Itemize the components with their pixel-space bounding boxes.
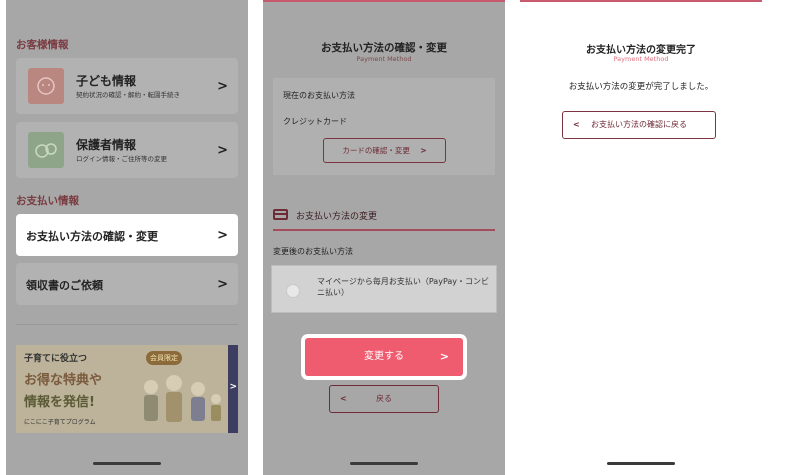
- chevron-right-icon: >: [217, 143, 228, 158]
- submit-change-button[interactable]: 変更する >: [305, 338, 463, 376]
- receipt-request-label: 領収書のご依頼: [26, 279, 103, 292]
- child-info-title: 子ども情報: [76, 74, 137, 88]
- chevron-left-icon: <: [340, 394, 347, 403]
- chevron-right-icon: >: [420, 146, 427, 155]
- chevron-right-icon: >: [217, 228, 228, 243]
- banner-line-1: 子育てに役立つ: [24, 354, 88, 364]
- card-check-change-button[interactable]: カードの確認・変更 >: [323, 138, 446, 163]
- guardian-info-title: 保護者情報: [76, 138, 137, 152]
- promo-banner[interactable]: 子育てに役立つ お得な特典や 情報を発信! にこにこ子育てプログラム 会員限定 …: [16, 345, 238, 433]
- header-accent-line: [520, 0, 762, 2]
- payment-method-row[interactable]: お支払い方法の確認・変更 >: [16, 214, 238, 256]
- submit-button-label: 変更する: [364, 351, 404, 362]
- customer-info-header: お客様情報: [16, 39, 69, 51]
- child-info-subtitle: 契約状況の確認・解約・転園手続き: [76, 91, 180, 99]
- payment-method-label: お支払い方法の確認・変更: [26, 230, 158, 243]
- chevron-right-icon: >: [229, 382, 237, 392]
- home-indicator: [93, 462, 161, 465]
- page-title: お支払い方法の確認・変更: [321, 42, 447, 54]
- radio-button[interactable]: [286, 284, 300, 298]
- family-illustration-icon: [144, 375, 221, 422]
- chevron-right-icon: >: [217, 277, 228, 292]
- new-payment-label: 変更後のお支払い方法: [273, 247, 353, 256]
- header-accent-line: [263, 0, 505, 2]
- account-menu-screen: お客様情報 子ども情報 契約状況の確認・解約・転園手続き > 保護者情報 ログイ…: [6, 0, 248, 475]
- home-indicator: [607, 462, 675, 465]
- payment-change-complete-screen: お支払い方法の変更完了 Payment Method お支払い方法の変更が完了し…: [520, 0, 762, 475]
- completion-message: お支払い方法の変更が完了しました。: [568, 82, 714, 92]
- chevron-left-icon: <: [573, 120, 580, 129]
- return-to-payment-button[interactable]: < お支払い方法の確認に戻る: [562, 111, 716, 139]
- monthly-payment-option[interactable]: マイページから毎月お支払い（PayPay・コンビニ払い）: [271, 265, 497, 313]
- credit-card-icon: [273, 209, 288, 220]
- chevron-right-icon: >: [217, 79, 228, 94]
- child-icon: [28, 68, 64, 104]
- divider: [16, 324, 238, 325]
- members-only-badge: 会員限定: [146, 351, 182, 365]
- monthly-payment-option-text: マイページから毎月お支払い（PayPay・コンビニ払い）: [317, 277, 490, 297]
- payment-method-screen: お支払い方法の確認・変更 Payment Method 現在のお支払い方法 クレ…: [263, 0, 505, 475]
- back-button-label: 戻る: [376, 394, 392, 403]
- receipt-request-row[interactable]: 領収書のご依頼 >: [16, 263, 238, 305]
- card-button-label: カードの確認・変更: [342, 146, 410, 155]
- chevron-right-icon: >: [439, 350, 449, 363]
- payment-info-header: お支払い情報: [16, 195, 79, 207]
- banner-line-3: 情報を発信!: [24, 395, 95, 410]
- child-info-card[interactable]: 子ども情報 契約状況の確認・解約・転園手続き >: [16, 58, 238, 114]
- banner-logo-text: にこにこ子育てプログラム: [24, 419, 96, 426]
- page-subtitle: Payment Method: [613, 55, 669, 63]
- page-title: お支払い方法の変更完了: [586, 45, 696, 56]
- change-section-label: お支払い方法の変更: [296, 212, 378, 222]
- banner-line-2: お得な特典や: [24, 373, 103, 388]
- return-button-label: お支払い方法の確認に戻る: [591, 120, 687, 129]
- guardian-info-subtitle: ログイン情報・ご住所等の変更: [76, 155, 167, 163]
- change-section-header: お支払い方法の変更: [273, 206, 495, 231]
- back-button[interactable]: < 戻る: [329, 385, 439, 413]
- current-payment-label: 現在のお支払い方法: [283, 91, 355, 100]
- current-payment-value: クレジットカード: [283, 117, 347, 126]
- guardian-info-card[interactable]: 保護者情報 ログイン情報・ご住所等の変更 >: [16, 122, 238, 178]
- home-indicator: [350, 462, 418, 465]
- page-subtitle: Payment Method: [356, 55, 412, 63]
- guardian-icon: [28, 132, 64, 168]
- current-payment-box: 現在のお支払い方法 クレジットカード カードの確認・変更 >: [273, 78, 495, 175]
